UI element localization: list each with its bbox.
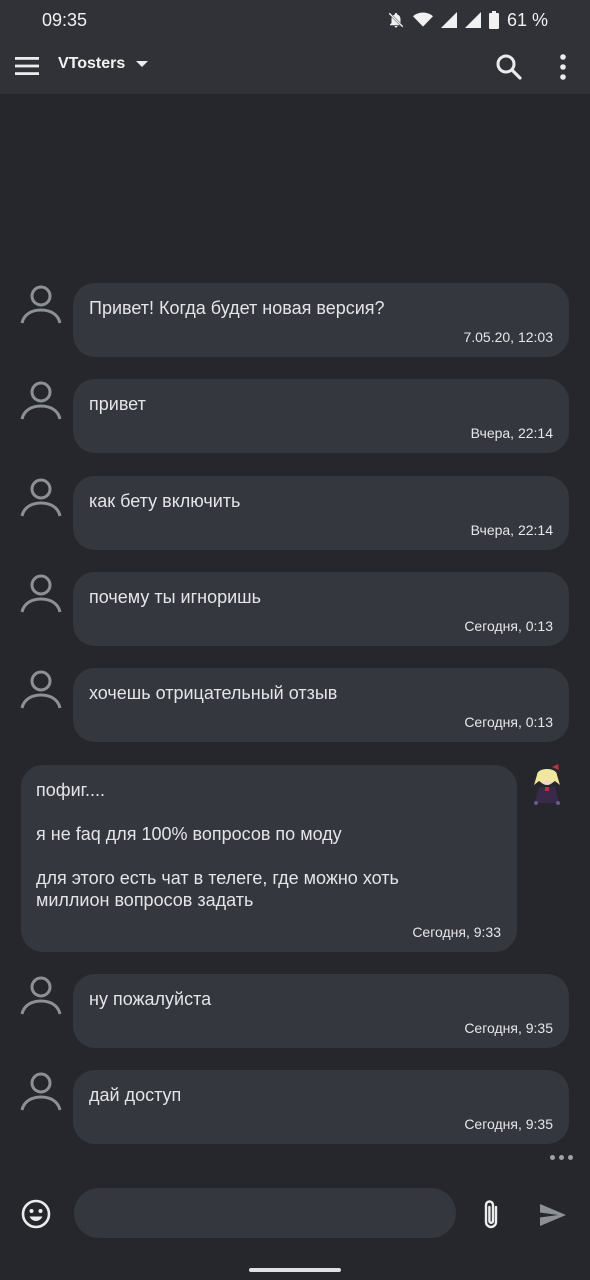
- battery-percent: 61 %: [506, 9, 548, 30]
- message-text: дай доступ: [89, 1085, 182, 1105]
- message-text: как бету включить: [89, 491, 241, 511]
- message-text: пофиг.... я не faq для 100% вопросов по …: [36, 780, 399, 910]
- send-icon[interactable]: [538, 1200, 568, 1230]
- notifications-off-icon: [388, 12, 404, 28]
- status-bar: 09:35 61 %: [0, 0, 590, 40]
- status-icons: 61 %: [387, 10, 548, 31]
- own-avatar-anime-girl-icon[interactable]: [527, 763, 567, 807]
- message-input[interactable]: [74, 1188, 456, 1238]
- dot: [568, 1154, 573, 1160]
- message-time: Сегодня, 9:35: [464, 1116, 553, 1132]
- message-time: Вчера, 22:14: [470, 425, 553, 441]
- attach-icon[interactable]: [478, 1198, 506, 1232]
- signal-icon: [440, 12, 457, 28]
- message-bubble[interactable]: почему ты игноришь Сегодня, 0:13: [73, 572, 569, 646]
- message-bubble[interactable]: хочешь отрицательный отзыв Сегодня, 0:13: [73, 668, 569, 742]
- message-time: 7.05.20, 12:03: [463, 329, 553, 345]
- battery-icon: [488, 11, 499, 29]
- app-title: VTosters: [58, 55, 126, 72]
- message-time: Сегодня, 9:33: [412, 924, 501, 940]
- emoji-icon[interactable]: [20, 1198, 52, 1230]
- message-text: Привет! Когда будет новая версия?: [89, 298, 385, 318]
- message-text: ну пожалуйста: [89, 989, 212, 1009]
- message-text: привет: [89, 394, 146, 414]
- user-avatar-icon[interactable]: [19, 283, 63, 327]
- app-bar: VTosters: [0, 40, 590, 94]
- message-text: хочешь отрицательный отзыв: [89, 683, 338, 703]
- message-time: Сегодня, 0:13: [464, 618, 553, 634]
- user-avatar-icon[interactable]: [19, 379, 63, 423]
- home-indicator[interactable]: [249, 1268, 341, 1272]
- dot: [550, 1154, 555, 1160]
- message-bubble[interactable]: привет Вчера, 22:14: [73, 379, 569, 453]
- user-avatar-icon[interactable]: [19, 572, 63, 616]
- message-input-bar: [0, 1170, 590, 1280]
- message-time: Сегодня, 9:35: [464, 1020, 553, 1036]
- message-bubble[interactable]: ну пожалуйста Сегодня, 9:35: [73, 974, 569, 1048]
- more-vert-icon[interactable]: [552, 52, 574, 82]
- user-avatar-icon[interactable]: [19, 974, 63, 1018]
- message-text: почему ты игноришь: [89, 587, 261, 607]
- message-time: Сегодня, 0:13: [464, 714, 553, 730]
- dot: [559, 1154, 564, 1160]
- conversation-title-dropdown[interactable]: VTosters: [58, 55, 149, 73]
- menu-icon[interactable]: [14, 53, 40, 79]
- status-time: 09:35: [42, 9, 88, 30]
- message-bubble[interactable]: Привет! Когда будет новая версия? 7.05.2…: [73, 283, 569, 357]
- message-time: Вчера, 22:14: [470, 522, 553, 538]
- message-bubble[interactable]: как бету включить Вчера, 22:14: [73, 476, 569, 550]
- user-avatar-icon[interactable]: [19, 1070, 63, 1114]
- search-icon[interactable]: [494, 52, 524, 82]
- typing-indicator-dots: [550, 1150, 580, 1164]
- user-avatar-icon[interactable]: [19, 476, 63, 520]
- wifi-icon: [412, 12, 433, 27]
- user-avatar-icon[interactable]: [19, 668, 63, 712]
- dropdown-arrow-icon: [136, 61, 149, 67]
- signal-icon-2: [464, 12, 481, 28]
- message-bubble[interactable]: дай доступ Сегодня, 9:35: [73, 1070, 569, 1144]
- message-bubble-own[interactable]: пофиг.... я не faq для 100% вопросов по …: [21, 765, 517, 952]
